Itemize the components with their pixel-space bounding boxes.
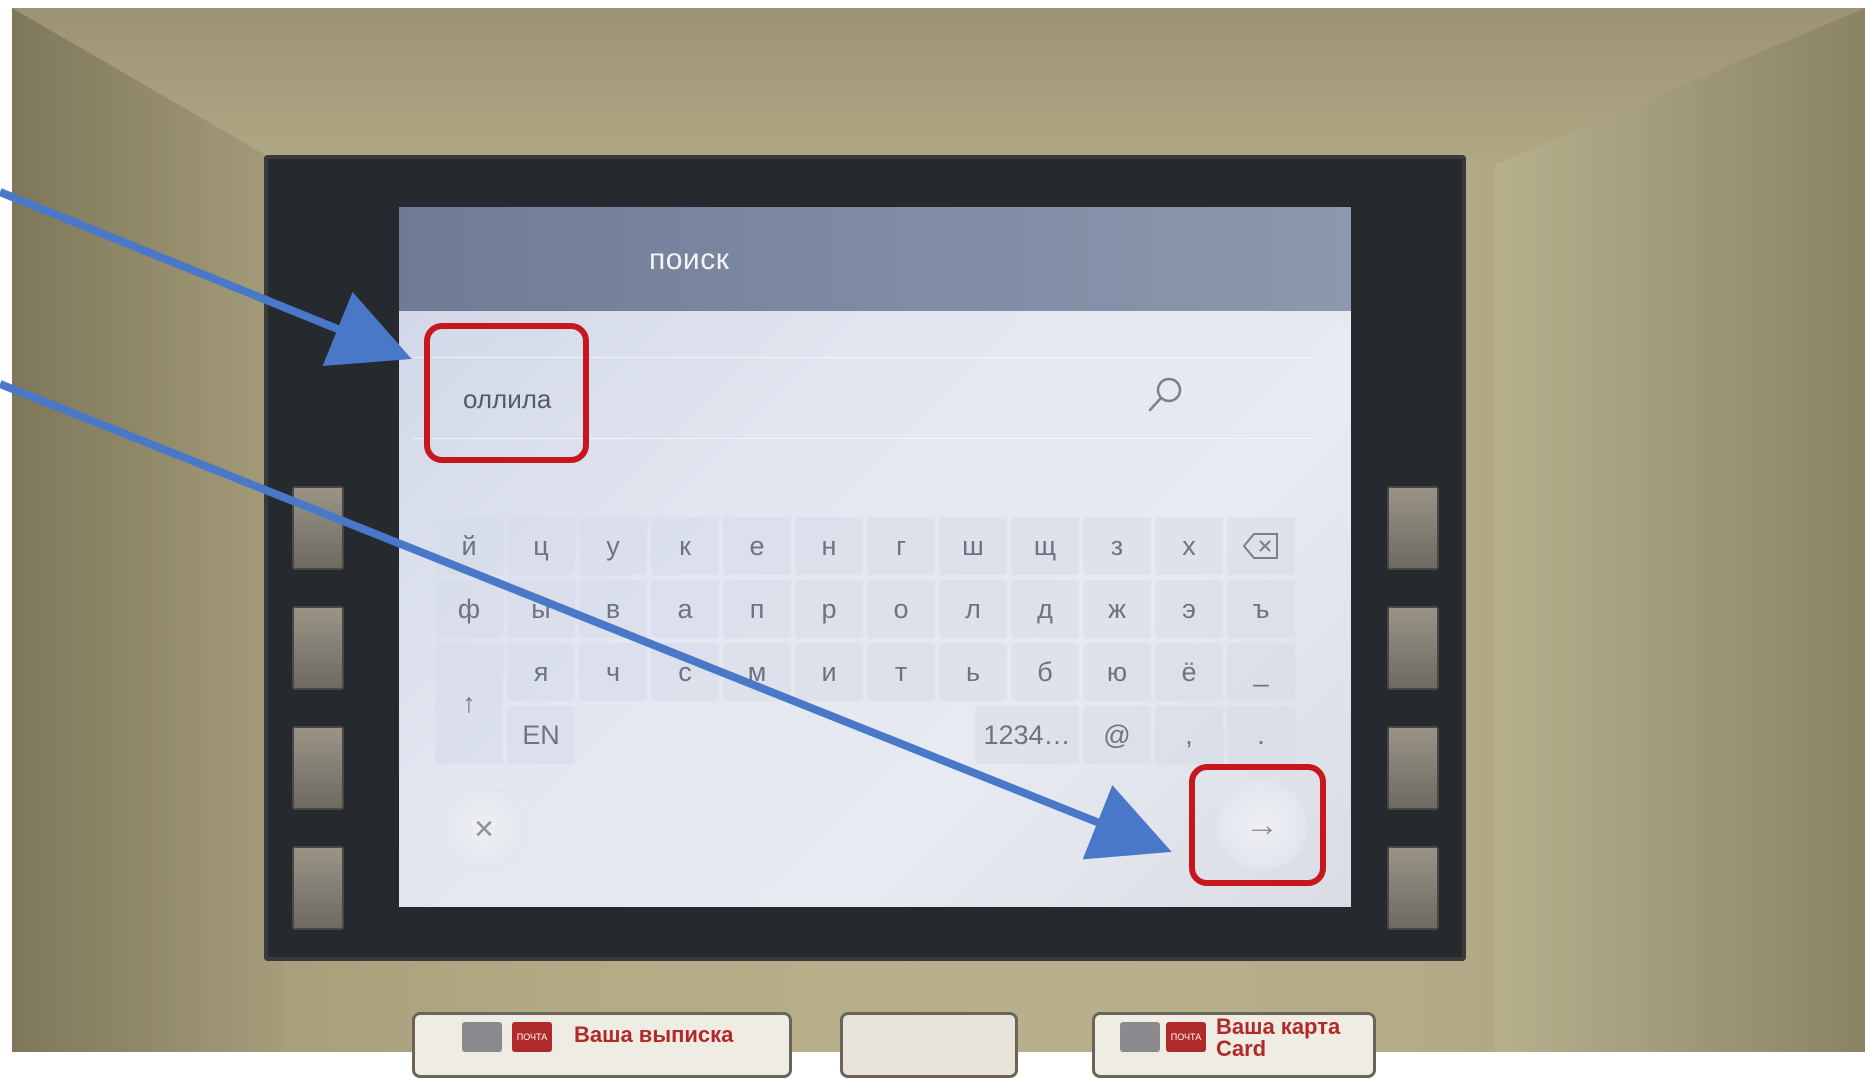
key[interactable]: и <box>795 643 863 701</box>
highlight-next-button <box>1189 764 1326 886</box>
key[interactable]: ы <box>507 580 575 638</box>
key[interactable]: л <box>939 580 1007 638</box>
atm-bezel-right <box>1495 8 1865 1052</box>
bank-logo: ПОЧТА <box>512 1022 552 1052</box>
key[interactable]: о <box>867 580 935 638</box>
screen-header: поиск <box>399 207 1351 311</box>
key[interactable]: ц <box>507 517 575 575</box>
search-icon[interactable] <box>1145 375 1185 415</box>
key[interactable]: т <box>867 643 935 701</box>
post-emblem-icon <box>1120 1022 1160 1052</box>
key[interactable]: а <box>651 580 719 638</box>
backspace-key[interactable] <box>1227 517 1295 575</box>
period-key[interactable]: . <box>1227 706 1295 764</box>
shift-key[interactable]: ↑ <box>435 643 503 764</box>
space-key[interactable] <box>579 706 971 764</box>
at-key[interactable]: @ <box>1083 706 1151 764</box>
post-emblem-icon <box>462 1022 502 1052</box>
comma-key[interactable]: , <box>1155 706 1223 764</box>
key[interactable]: е <box>723 517 791 575</box>
key[interactable]: з <box>1083 517 1151 575</box>
atm-side-key-left-4[interactable] <box>292 846 344 930</box>
card-label: Ваша карта Card <box>1216 1016 1340 1060</box>
card-label-sub: Card <box>1216 1036 1267 1061</box>
backspace-icon <box>1242 533 1278 559</box>
key[interactable]: ф <box>435 580 503 638</box>
numbers-key[interactable]: 1234… <box>975 706 1079 764</box>
key[interactable]: в <box>579 580 647 638</box>
key[interactable]: б <box>1011 643 1079 701</box>
key[interactable]: й <box>435 517 503 575</box>
atm-side-key-right-4[interactable] <box>1387 846 1439 930</box>
key[interactable]: щ <box>1011 517 1079 575</box>
key[interactable]: я <box>507 643 575 701</box>
key[interactable]: ю <box>1083 643 1151 701</box>
cash-slot <box>840 1012 1018 1078</box>
key[interactable]: г <box>867 517 935 575</box>
atm-side-key-left-3[interactable] <box>292 726 344 810</box>
key[interactable]: х <box>1155 517 1223 575</box>
atm-side-key-left-1[interactable] <box>292 486 344 570</box>
key[interactable]: н <box>795 517 863 575</box>
key[interactable]: п <box>723 580 791 638</box>
key[interactable]: ё <box>1155 643 1223 701</box>
atm-side-key-right-2[interactable] <box>1387 606 1439 690</box>
key[interactable]: ь <box>939 643 1007 701</box>
key[interactable]: ж <box>1083 580 1151 638</box>
key[interactable]: _ <box>1227 643 1295 701</box>
atm-side-key-right-3[interactable] <box>1387 726 1439 810</box>
key[interactable]: д <box>1011 580 1079 638</box>
cancel-button[interactable]: × <box>439 784 529 874</box>
key[interactable]: р <box>795 580 863 638</box>
highlight-search-input <box>424 323 589 463</box>
key[interactable]: ч <box>579 643 647 701</box>
key[interactable]: ъ <box>1227 580 1295 638</box>
statement-label: Ваша выписка <box>574 1022 734 1047</box>
language-key[interactable]: EN <box>507 706 575 764</box>
atm-side-key-left-2[interactable] <box>292 606 344 690</box>
bank-logo: ПОЧТА <box>1166 1022 1206 1052</box>
key[interactable]: ш <box>939 517 1007 575</box>
key[interactable]: м <box>723 643 791 701</box>
page-title: поиск <box>649 243 730 276</box>
atm-side-key-right-1[interactable] <box>1387 486 1439 570</box>
key[interactable]: с <box>651 643 719 701</box>
key[interactable]: э <box>1155 580 1223 638</box>
atm-bezel-left <box>12 8 282 1052</box>
key[interactable]: у <box>579 517 647 575</box>
key[interactable]: к <box>651 517 719 575</box>
